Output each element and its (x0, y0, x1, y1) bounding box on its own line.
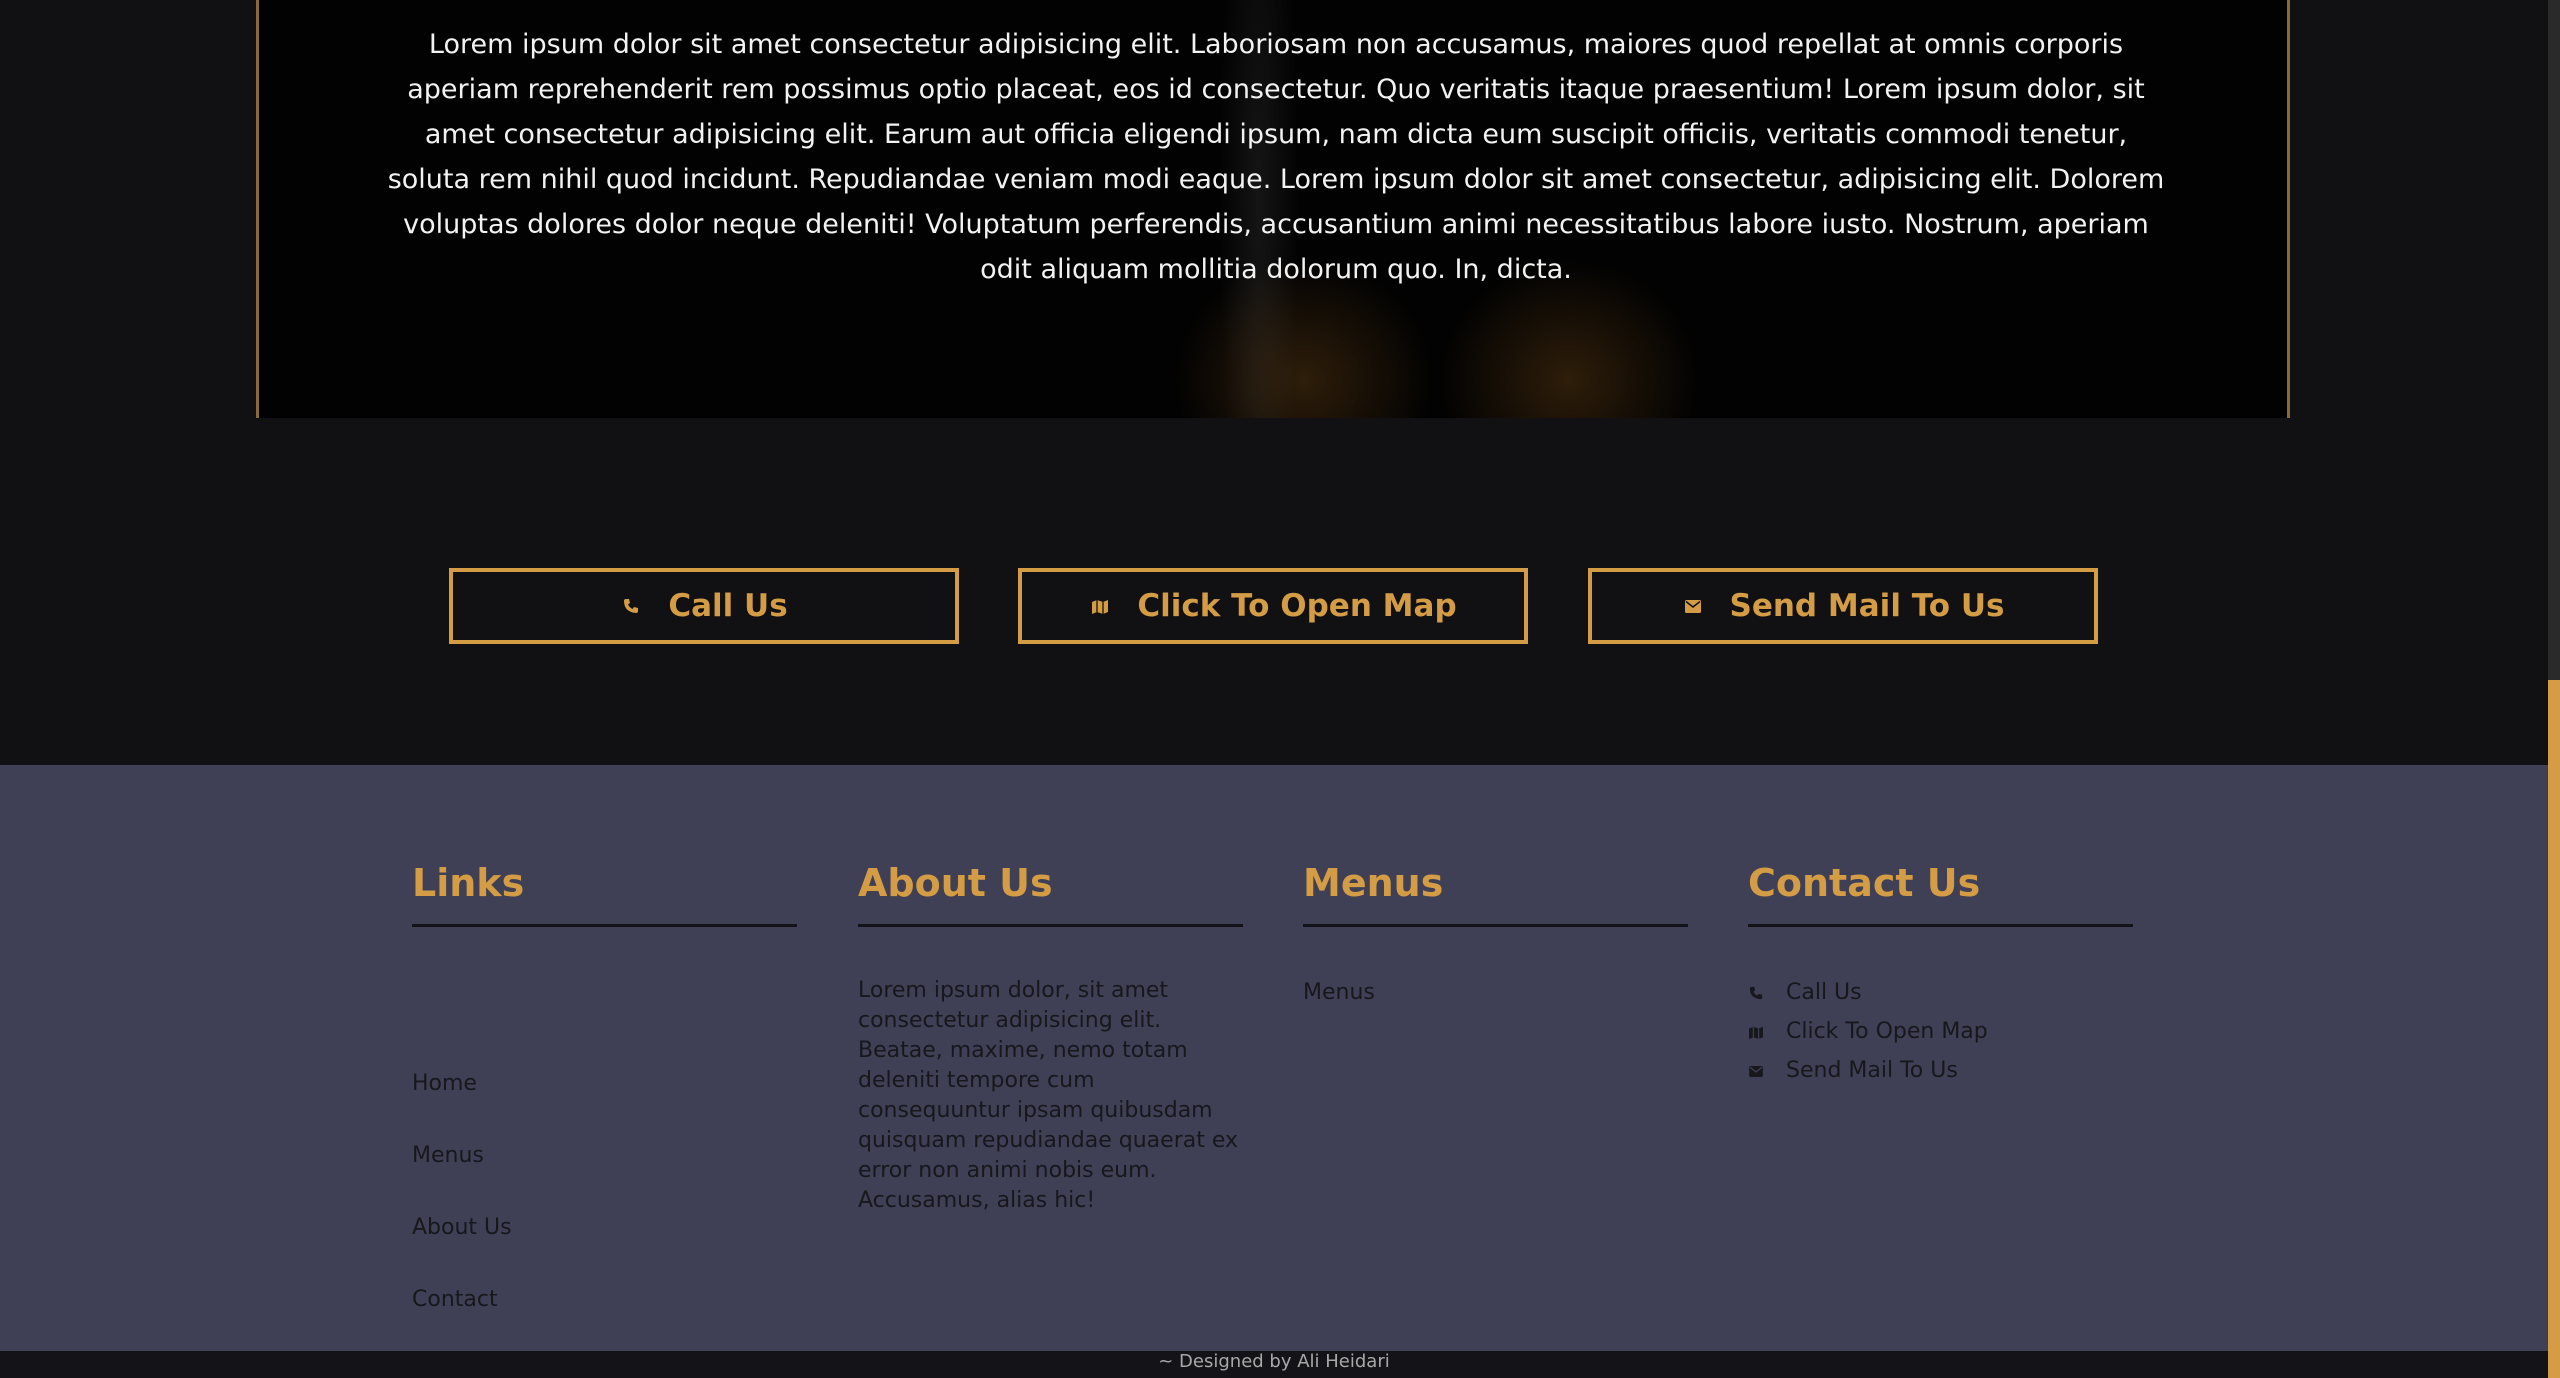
envelope-icon (1748, 1063, 1764, 1079)
call-us-button[interactable]: Call Us (449, 568, 959, 644)
footer-link-contact[interactable]: Contact (412, 1286, 498, 1314)
footer-links-divider (412, 924, 797, 927)
footer-contact-title: Contact Us (1748, 861, 1981, 905)
footer-link-home[interactable]: Home (412, 1070, 477, 1098)
footer-about-divider (858, 924, 1243, 927)
footer: Links Home Menus About Us Contact About … (0, 765, 2548, 1351)
footer-menus-title: Menus (1303, 861, 1444, 905)
open-map-button[interactable]: Click To Open Map (1018, 568, 1528, 644)
cta-row: Call Us Click To Open Map Send Mail To U… (0, 568, 2560, 644)
footer-menus-column: Menus Menus (1303, 858, 1688, 1005)
footer-about-text: Lorem ipsum dolor, sit amet consectetur … (858, 978, 1239, 1213)
credits-text: ~ Designed by Ali Heidari (1158, 1351, 1390, 1372)
footer-links-column: Links Home Menus About Us Contact (412, 858, 797, 1312)
footer-menu-item[interactable]: Menus (1303, 979, 1375, 1007)
footer-contact-divider (1748, 924, 2133, 927)
footer-contact-call-label: Call Us (1786, 980, 1862, 1005)
footer-contact-map-label: Click To Open Map (1786, 1019, 1988, 1044)
hero-text: Lorem ipsum dolor sit amet consectetur a… (387, 29, 2165, 285)
footer-about-title: About Us (858, 861, 1053, 905)
footer-menus-divider (1303, 924, 1688, 927)
envelope-icon (1682, 595, 1704, 617)
footer-contact-mail-label: Send Mail To Us (1786, 1058, 1958, 1083)
map-icon (1748, 1024, 1764, 1040)
phone-icon (1748, 985, 1764, 1001)
credits-bar: ~ Designed by Ali Heidari (0, 1351, 2548, 1378)
scrollbar-thumb[interactable] (2548, 680, 2560, 1378)
footer-link-about-us[interactable]: About Us (412, 1214, 512, 1242)
footer-contact-column: Contact Us Call Us Click To Open Map Sen… (1748, 858, 2133, 1083)
footer-contact-map[interactable]: Click To Open Map (1748, 1018, 1988, 1046)
about-hero-panel: Lorem ipsum dolor sit amet consectetur a… (256, 0, 2290, 418)
open-map-label: Click To Open Map (1137, 588, 1457, 624)
send-mail-label: Send Mail To Us (1729, 588, 2005, 624)
phone-icon (620, 595, 642, 617)
call-us-label: Call Us (668, 588, 788, 624)
map-icon (1089, 595, 1111, 617)
footer-links-title: Links (412, 861, 525, 905)
page: Lorem ipsum dolor sit amet consectetur a… (0, 0, 2560, 1378)
footer-contact-mail[interactable]: Send Mail To Us (1748, 1057, 1958, 1085)
send-mail-button[interactable]: Send Mail To Us (1588, 568, 2098, 644)
footer-about-column: About Us Lorem ipsum dolor, sit amet con… (858, 858, 1243, 1213)
footer-link-menus[interactable]: Menus (412, 1142, 484, 1170)
footer-contact-call[interactable]: Call Us (1748, 979, 1862, 1007)
